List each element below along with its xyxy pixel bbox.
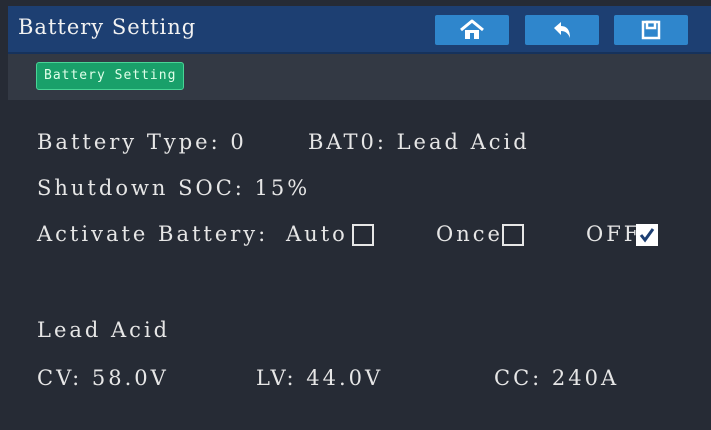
lv-value[interactable]: LV: 44.0V [256,366,383,390]
back-button[interactable] [525,15,599,45]
tab-battery-setting[interactable]: Battery Setting [36,62,185,90]
cv-value[interactable]: CV: 58.0V [37,366,169,390]
title-bar: Battery Setting [8,6,711,54]
back-arrow-icon [554,22,570,38]
activate-off-checkbox[interactable] [636,224,658,246]
battery-type-label[interactable]: Battery Type: 0 [37,130,247,154]
activate-auto-checkbox[interactable] [352,224,374,246]
checkmark-icon [639,228,655,243]
home-icon [460,19,484,39]
activate-option-off-label: OFF [586,222,642,246]
tab-bar: Battery Setting [8,54,711,100]
shutdown-soc-label[interactable]: Shutdown SOC: 15% [37,176,310,200]
page-title: Battery Setting [18,15,197,39]
profile-name-label: Lead Acid [37,318,171,342]
cc-value[interactable]: CC: 240A [494,366,619,390]
home-button[interactable] [435,15,509,45]
battery-profile-label[interactable]: BAT0: Lead Acid [308,130,530,154]
activate-option-auto-label: Auto [286,222,348,246]
save-icon [641,20,661,40]
activate-option-once-label: Once [436,222,503,246]
save-button[interactable] [614,15,688,45]
activate-battery-label: Activate Battery: [37,222,269,246]
activate-once-checkbox[interactable] [502,224,524,246]
